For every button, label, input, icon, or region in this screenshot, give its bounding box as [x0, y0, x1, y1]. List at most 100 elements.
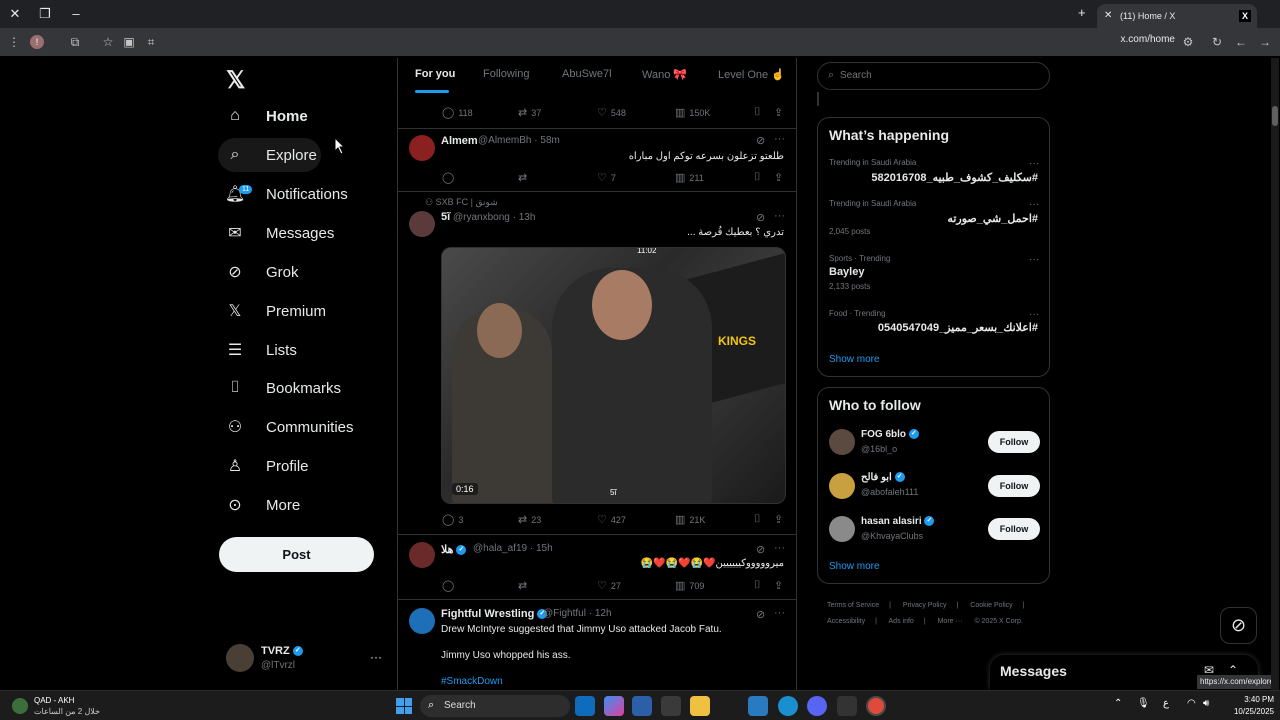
- like-action[interactable]: ♡ 427: [597, 513, 626, 526]
- grok-icon[interactable]: ⊘: [756, 608, 765, 621]
- collections-icon[interactable]: ▣: [121, 34, 137, 50]
- views-action[interactable]: ▥ 709: [675, 579, 704, 592]
- nav-more[interactable]: ⊙ More: [218, 488, 300, 522]
- reply-action[interactable]: ◯ 118: [442, 106, 473, 119]
- more-dots-icon[interactable]: ···: [774, 542, 785, 554]
- scrollbar[interactable]: [1271, 58, 1279, 690]
- reply-action[interactable]: ◯: [442, 579, 458, 592]
- grok-icon[interactable]: ⊘: [756, 134, 765, 147]
- back-icon[interactable]: ←: [1233, 34, 1249, 50]
- windows-start-icon[interactable]: [396, 698, 412, 714]
- account-name[interactable]: FOG 6blo ✓: [861, 429, 919, 440]
- tab-wano[interactable]: Wano 🎀: [642, 68, 687, 81]
- trend-item[interactable]: #اعلانك_بسعر_مميز_0540547049: [878, 321, 1038, 334]
- hashtag-link[interactable]: #SmackDown: [441, 676, 503, 687]
- follow-button[interactable]: Follow: [988, 518, 1040, 540]
- steam-icon[interactable]: [837, 696, 857, 716]
- nav-bookmarks[interactable]: ⌷ Bookmarks: [218, 371, 341, 405]
- repost-action[interactable]: ⇄ 23: [518, 513, 541, 526]
- more-dots-icon[interactable]: ···: [1029, 199, 1039, 210]
- nav-home[interactable]: ⌂ Home: [218, 99, 308, 133]
- share-action[interactable]: ⇪: [774, 106, 787, 119]
- edge-icon[interactable]: [778, 696, 798, 716]
- avatar[interactable]: [409, 608, 435, 634]
- more-dots-icon[interactable]: ···: [1029, 158, 1039, 169]
- tweet-author[interactable]: هلا ✓: [441, 543, 467, 556]
- x-logo-icon[interactable]: 𝕏: [226, 66, 245, 95]
- cookie-link[interactable]: Cookie Policy: [970, 602, 1012, 609]
- like-action[interactable]: ♡ 548: [597, 106, 626, 119]
- views-action[interactable]: ▥ 211: [675, 171, 704, 184]
- share-action[interactable]: ⇪: [774, 171, 787, 184]
- tweet-handle[interactable]: @Fightful · 12h: [543, 608, 612, 619]
- search-box[interactable]: ⌕: [817, 62, 1050, 90]
- chevron-up-icon[interactable]: ⌃: [1114, 698, 1122, 709]
- chrome-icon[interactable]: [866, 696, 886, 716]
- tweet-author[interactable]: Fightful Wrestling ✓: [441, 608, 548, 620]
- star-icon[interactable]: ☆: [100, 34, 116, 50]
- community-context[interactable]: ⚇ SXB FC | شونق: [425, 197, 498, 208]
- tweet-video[interactable]: KINGS 11:02 0:16 5ĩ: [441, 247, 786, 504]
- like-action[interactable]: ♡ 7: [597, 171, 616, 184]
- trend-item[interactable]: #احمل_شي_صورته: [947, 212, 1038, 225]
- bookmark-action[interactable]: ⌷: [754, 579, 765, 592]
- scrollbar-thumb[interactable]: [1272, 106, 1278, 126]
- grok-icon[interactable]: ⊘: [1220, 607, 1257, 644]
- profile-avatar-icon[interactable]: !: [30, 35, 44, 49]
- grok-icon[interactable]: ⊘: [756, 543, 765, 556]
- repost-action[interactable]: ⇄ 37: [518, 106, 541, 119]
- taskbar-search[interactable]: ⌕ Search: [420, 695, 570, 717]
- tweet-handle[interactable]: @AlmemBh · 58m: [478, 135, 560, 146]
- follow-button[interactable]: Follow: [988, 475, 1040, 497]
- nav-grok[interactable]: ⊘ Grok: [218, 255, 298, 289]
- site-settings-icon[interactable]: ⚙: [1180, 34, 1196, 50]
- minimize-window-icon[interactable]: –: [67, 5, 85, 23]
- show-more-link[interactable]: Show more: [829, 561, 880, 572]
- more-link[interactable]: More ···: [938, 618, 963, 625]
- tab-abuswe7l[interactable]: AbuSwe7l: [562, 68, 612, 80]
- tab-following[interactable]: Following: [483, 68, 529, 80]
- address-bar[interactable]: x.com/home: [1100, 34, 1175, 45]
- terms-link[interactable]: Terms of Service: [827, 602, 879, 609]
- more-dots-icon[interactable]: ···: [774, 607, 785, 619]
- more-dots-icon[interactable]: ···: [1029, 309, 1039, 320]
- views-action[interactable]: ▥ 150K: [675, 106, 710, 119]
- wifi-icon[interactable]: ◠: [1187, 698, 1196, 709]
- share-action[interactable]: ⇪: [774, 579, 787, 592]
- tweet-author[interactable]: Almem: [441, 135, 478, 147]
- weather-widget[interactable]: QAD - AKH خلال 2 من الساعات: [12, 695, 112, 717]
- avatar[interactable]: [829, 473, 855, 499]
- repost-action[interactable]: ⇄: [518, 171, 531, 184]
- language-indicator[interactable]: ع: [1163, 698, 1169, 709]
- volume-icon[interactable]: 🔊︎: [1203, 698, 1209, 709]
- discord-icon[interactable]: [807, 696, 827, 716]
- search-input[interactable]: [840, 70, 1020, 81]
- nav-notifications[interactable]: 🔔︎ 11 Notifications: [218, 177, 348, 211]
- nav-communities[interactable]: ⚇ Communities: [218, 410, 354, 444]
- avatar[interactable]: [409, 542, 435, 568]
- bookmark-action[interactable]: ⌷: [754, 106, 765, 119]
- close-window-icon[interactable]: ✕: [6, 5, 24, 23]
- bookmark-action[interactable]: ⌷: [754, 171, 765, 184]
- extensions-icon[interactable]: ⧉: [67, 34, 83, 50]
- views-action[interactable]: ▥ 21K: [675, 513, 705, 526]
- nav-messages[interactable]: ✉ Messages: [218, 216, 334, 250]
- avatar[interactable]: [409, 135, 435, 161]
- system-clock[interactable]: 3:40 PM 10/25/2025: [1224, 694, 1274, 718]
- avatar[interactable]: [409, 211, 435, 237]
- account-switcher[interactable]: TVRZ ✓ @lTvrzl ···: [226, 644, 386, 674]
- menu-dots-icon[interactable]: ⋮: [6, 34, 22, 50]
- tab-for-you[interactable]: For you: [415, 68, 455, 80]
- share-action[interactable]: ⇪: [774, 513, 787, 526]
- avatar[interactable]: [829, 429, 855, 455]
- microphone-icon[interactable]: 🎙︎: [1137, 698, 1150, 709]
- tweet-handle[interactable]: @hala_af19 · 15h: [473, 543, 553, 554]
- tweet-author[interactable]: 5ĩ: [441, 211, 450, 223]
- close-tab-icon[interactable]: ✕: [1104, 4, 1112, 28]
- trend-item[interactable]: #سكليف_كشوف_طبيه_582016708: [871, 171, 1038, 184]
- screenshot-icon[interactable]: ⌗: [143, 34, 159, 50]
- defender-icon[interactable]: [632, 696, 652, 716]
- nav-explore[interactable]: ⌕ Explore: [218, 138, 321, 172]
- like-action[interactable]: ♡ 27: [597, 579, 621, 592]
- accessibility-link[interactable]: Accessibility: [827, 618, 865, 625]
